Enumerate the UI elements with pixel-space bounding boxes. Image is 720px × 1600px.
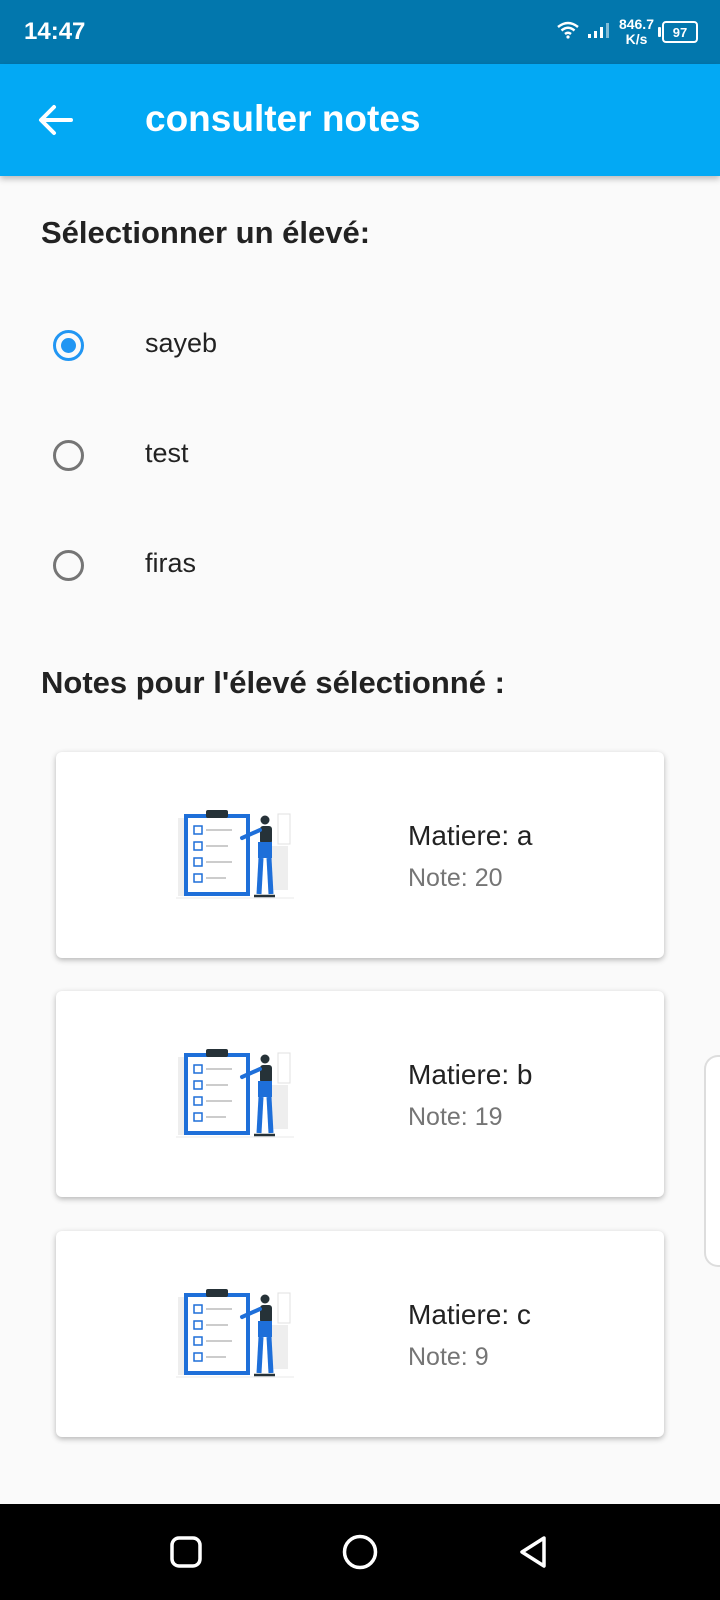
radio-option-test[interactable]: test xyxy=(0,408,720,508)
checklist-illustration-icon xyxy=(176,810,294,899)
square-icon xyxy=(170,1536,202,1568)
subject-label: Matiere: b xyxy=(408,1059,533,1090)
subject-label: Matiere: a xyxy=(408,820,533,851)
navigation-bar xyxy=(0,1504,720,1600)
network-speed: 846.7 K/s xyxy=(619,17,654,47)
back-button[interactable] xyxy=(26,92,86,152)
status-icons: 846.7 K/s 97 xyxy=(557,14,698,50)
radio-label: firas xyxy=(145,548,197,578)
back-triangle-icon xyxy=(520,1536,546,1568)
arrow-left-icon xyxy=(38,104,74,141)
radio-label: test xyxy=(145,438,189,468)
battery-icon: 97 xyxy=(658,21,698,43)
select-student-heading: Sélectionner un élevé: xyxy=(41,215,371,250)
grade-label: Note: 20 xyxy=(408,864,503,892)
subject-label: Matiere: c xyxy=(408,1299,531,1330)
radio-label: sayeb xyxy=(145,328,218,358)
wifi-icon xyxy=(557,21,579,44)
speed-value: 846.7 xyxy=(618,16,654,32)
notes-heading: Notes pour l'élevé sélectionné : xyxy=(41,665,505,700)
checklist-illustration-icon xyxy=(176,1289,294,1378)
radio-unchecked-icon[interactable] xyxy=(53,440,84,471)
checklist-illustration-icon xyxy=(176,1049,294,1138)
status-bar: 14:47 846.7 K/s 97 xyxy=(0,0,720,64)
home-button[interactable] xyxy=(340,1532,380,1572)
radio-option-sayeb[interactable]: sayeb xyxy=(0,298,720,398)
note-card: Matiere: b Note: 19 xyxy=(56,991,664,1197)
back-nav-button[interactable] xyxy=(514,1532,554,1572)
recent-apps-button[interactable] xyxy=(166,1532,206,1572)
note-card: Matiere: c Note: 9 xyxy=(56,1231,664,1437)
grade-label: Note: 19 xyxy=(408,1103,503,1131)
speed-unit: K/s xyxy=(625,31,648,47)
app-bar: consulter notes xyxy=(0,64,720,176)
edge-panel-handle[interactable] xyxy=(704,1055,720,1267)
note-card: Matiere: a Note: 20 xyxy=(56,752,664,958)
radio-option-firas[interactable]: firas xyxy=(0,518,720,618)
radio-unchecked-icon[interactable] xyxy=(53,550,84,581)
circle-icon xyxy=(342,1534,378,1570)
battery-level: 97 xyxy=(672,24,688,40)
status-time: 14:47 xyxy=(24,18,86,45)
page-title: consulter notes xyxy=(145,98,421,139)
radio-checked-icon[interactable] xyxy=(53,330,84,361)
grade-label: Note: 9 xyxy=(408,1343,489,1371)
signal-icon xyxy=(587,21,611,44)
